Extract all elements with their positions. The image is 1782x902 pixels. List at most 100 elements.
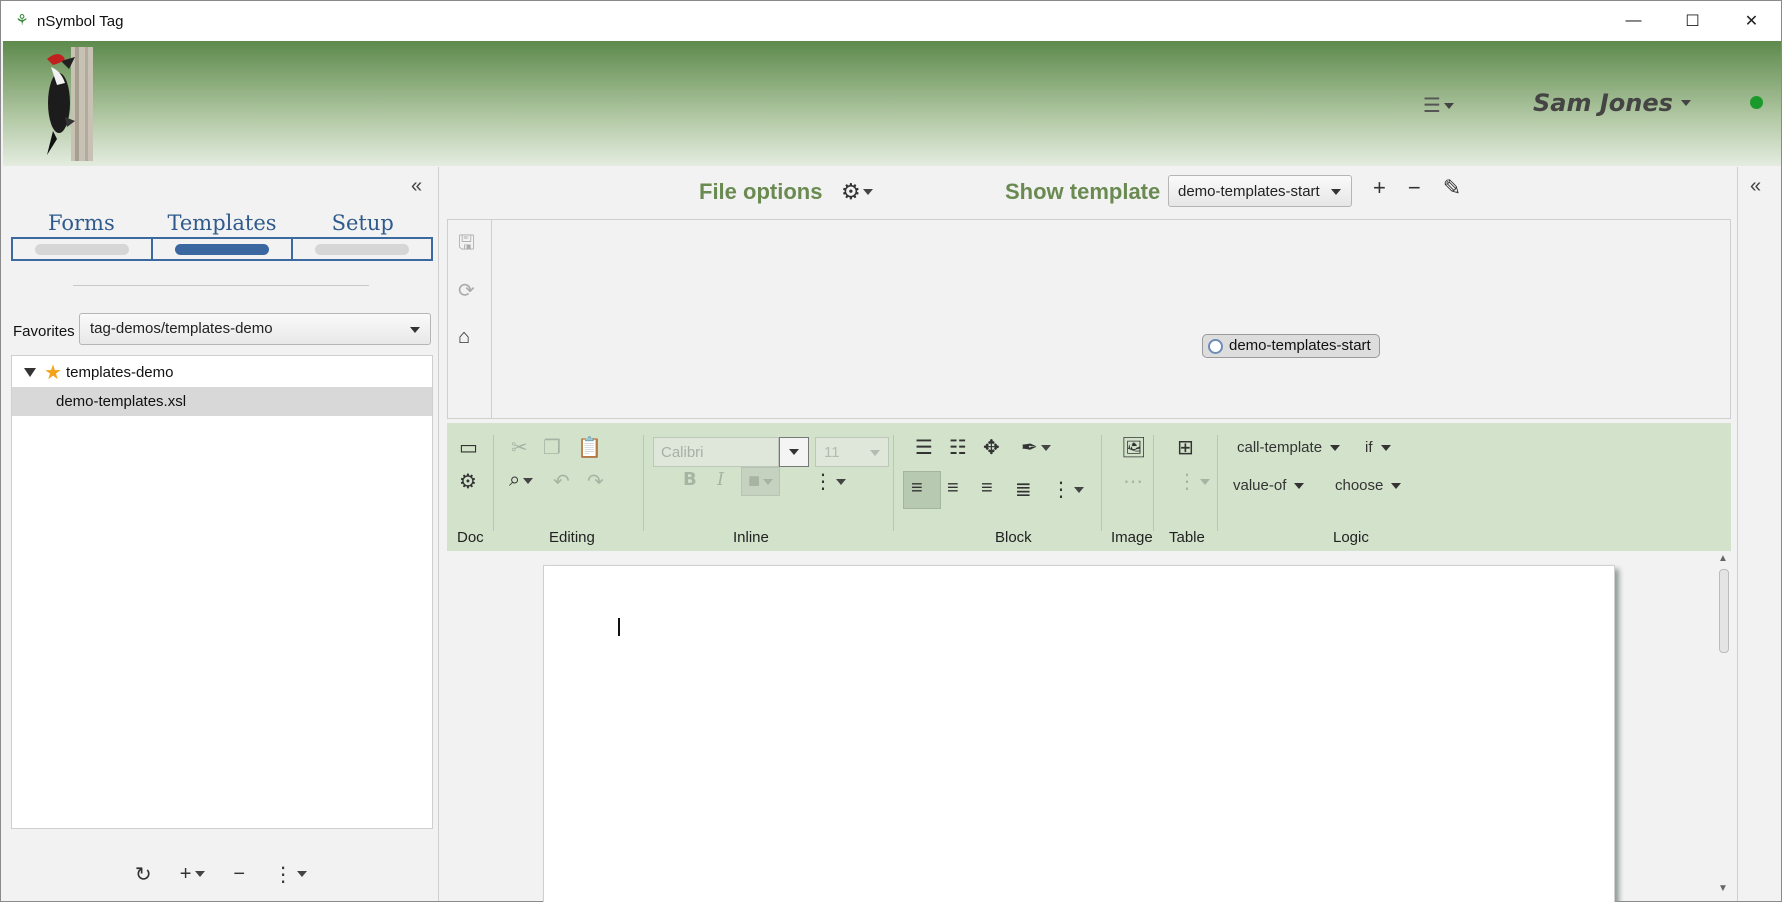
value-of-dropdown[interactable]: value-of	[1233, 477, 1305, 494]
remove-button[interactable]: −	[233, 863, 245, 886]
text-color-button[interactable]: ■	[741, 467, 781, 496]
tree-item-folder[interactable]: ★ templates-demo	[12, 358, 432, 387]
template-select[interactable]: demo-templates-start	[1168, 175, 1352, 207]
call-template-dropdown[interactable]: call-template	[1237, 439, 1341, 456]
vertical-scrollbar[interactable]: ▲ ▼	[1715, 553, 1731, 899]
tab-indicator-templates[interactable]	[153, 239, 293, 259]
italic-button[interactable]: I	[717, 469, 724, 490]
template-diagram: 🖫 ⟳ ⌂ demo-templates-start	[447, 219, 1731, 419]
redo-icon[interactable]: ↷	[587, 469, 604, 494]
chevron-down-icon	[1391, 482, 1402, 489]
search-icon: ⌕	[509, 469, 521, 491]
chevron-down-icon	[763, 478, 774, 485]
remove-template-icon[interactable]: −	[1408, 175, 1421, 201]
if-label: if	[1365, 439, 1373, 456]
chevron-down-icon	[1294, 482, 1305, 489]
numbered-list-icon[interactable]: ☷	[949, 435, 967, 460]
refresh-icon[interactable]: ↻	[135, 862, 152, 887]
plus-icon: +	[179, 862, 192, 885]
align-center-icon[interactable]: ≡	[947, 477, 959, 500]
tab-setup[interactable]: Setup	[292, 211, 433, 235]
right-panel-collapsed: «	[1737, 167, 1781, 901]
add-menu-button[interactable]: +	[180, 863, 206, 886]
document-page[interactable]	[543, 565, 1615, 902]
left-tabs: Forms Templates Setup	[11, 211, 433, 235]
window-title: nSymbol Tag	[37, 12, 124, 30]
maximize-button[interactable]: ☐	[1663, 1, 1722, 41]
bullet-list-icon[interactable]: ☰	[915, 435, 933, 460]
block-more-button[interactable]: ⋮	[1051, 477, 1084, 502]
template-node[interactable]: demo-templates-start	[1202, 334, 1380, 358]
woodpecker-logo	[47, 47, 93, 161]
home-icon[interactable]: ⌂	[458, 326, 470, 349]
vertical-dots-icon: ⋮	[273, 863, 294, 886]
undo-icon[interactable]: ↶	[553, 469, 570, 494]
favorites-value: tag-demos/templates-demo	[90, 320, 273, 337]
find-replace-button[interactable]: ⌕	[509, 469, 534, 492]
template-select-value: demo-templates-start	[1178, 183, 1320, 200]
star-icon: ★	[44, 362, 62, 384]
tab-indicator-setup[interactable]	[293, 239, 431, 259]
table-more-button[interactable]: ⋮	[1177, 469, 1210, 494]
edit-pencil-icon[interactable]: ✎	[1443, 175, 1461, 201]
favorites-select[interactable]: tag-demos/templates-demo	[79, 313, 431, 345]
font-size-select[interactable]: 11	[815, 437, 889, 467]
chevron-down-icon	[297, 871, 308, 877]
justify-icon[interactable]: ≣	[1015, 477, 1032, 502]
group-label-doc: Doc	[457, 529, 484, 546]
tab-templates[interactable]: Templates	[152, 211, 293, 235]
chevron-down-icon	[1330, 444, 1341, 451]
align-right-icon[interactable]: ≡	[981, 477, 993, 500]
diagram-toolbar: 🖫 ⟳ ⌂	[448, 220, 492, 418]
chevron-down-icon	[870, 450, 880, 456]
font-family-dropdown-button[interactable]	[779, 437, 809, 467]
tab-indicators	[11, 237, 433, 261]
doc-settings-icon[interactable]: ⚙	[459, 469, 477, 494]
chevron-down-icon	[1380, 444, 1391, 451]
font-family-select[interactable]: Calibri	[653, 437, 779, 467]
expand-right-panel-icon[interactable]: «	[1750, 175, 1761, 198]
inline-more-button[interactable]: ⋮	[813, 469, 846, 494]
image-icon[interactable]: 🖼	[1121, 435, 1146, 460]
save-icon[interactable]: 🖫	[458, 228, 475, 262]
align-left-icon[interactable]: ≡	[911, 477, 923, 500]
page-view-icon[interactable]: ▭	[459, 435, 478, 460]
scroll-up-icon[interactable]: ▲	[1718, 553, 1728, 564]
settings-menu-button[interactable]: ⚙	[841, 179, 873, 205]
reload-icon[interactable]: ⟳	[458, 278, 475, 303]
close-button[interactable]: ✕	[1722, 1, 1781, 41]
chevron-down-icon	[836, 478, 846, 485]
more-menu-button[interactable]: ⋮	[273, 862, 308, 887]
move-icon[interactable]: ✥	[983, 435, 1000, 460]
paste-icon[interactable]: 📋	[577, 435, 602, 460]
chevron-down-icon	[1443, 102, 1454, 109]
if-dropdown[interactable]: if	[1365, 439, 1391, 456]
main-menu-button[interactable]: ☰	[1423, 93, 1454, 118]
pen-menu-button[interactable]: ✒	[1021, 435, 1051, 460]
collapse-left-panel-icon[interactable]: «	[411, 175, 422, 198]
chevron-down-icon	[1331, 189, 1341, 195]
user-menu[interactable]: Sam Jones	[1533, 89, 1691, 117]
ribbon-toolbar: ▭ ⚙ Doc ✂ ❐ 📋 ⌕ ↶ ↷ Editing Calibri 11 B…	[447, 423, 1731, 551]
add-template-icon[interactable]: +	[1373, 175, 1386, 201]
file-options-label[interactable]: File options	[699, 179, 822, 205]
expand-arrow-icon[interactable]	[24, 368, 36, 377]
tab-indicator-forms[interactable]	[13, 239, 153, 259]
tab-forms[interactable]: Forms	[11, 211, 152, 235]
choose-dropdown[interactable]: choose	[1335, 477, 1402, 494]
scroll-down-icon[interactable]: ▼	[1718, 883, 1728, 894]
image-more-icon[interactable]: ⋯	[1123, 469, 1143, 494]
color-swatch-icon: ■	[748, 470, 761, 492]
show-template-label: Show template	[1005, 179, 1161, 204]
call-template-label: call-template	[1237, 439, 1323, 456]
chevron-down-icon	[862, 189, 873, 195]
copy-icon[interactable]: ❐	[543, 435, 561, 460]
scrollbar-thumb[interactable]	[1719, 569, 1729, 653]
table-icon[interactable]: ⊞	[1177, 435, 1194, 460]
cut-icon[interactable]: ✂	[511, 435, 528, 460]
tree-item-label: demo-templates.xsl	[56, 393, 187, 410]
tree-item-file[interactable]: demo-templates.xsl	[12, 387, 432, 416]
minimize-button[interactable]: —	[1604, 1, 1663, 41]
bold-button[interactable]: B	[683, 469, 697, 490]
chevron-down-icon	[1200, 478, 1210, 485]
